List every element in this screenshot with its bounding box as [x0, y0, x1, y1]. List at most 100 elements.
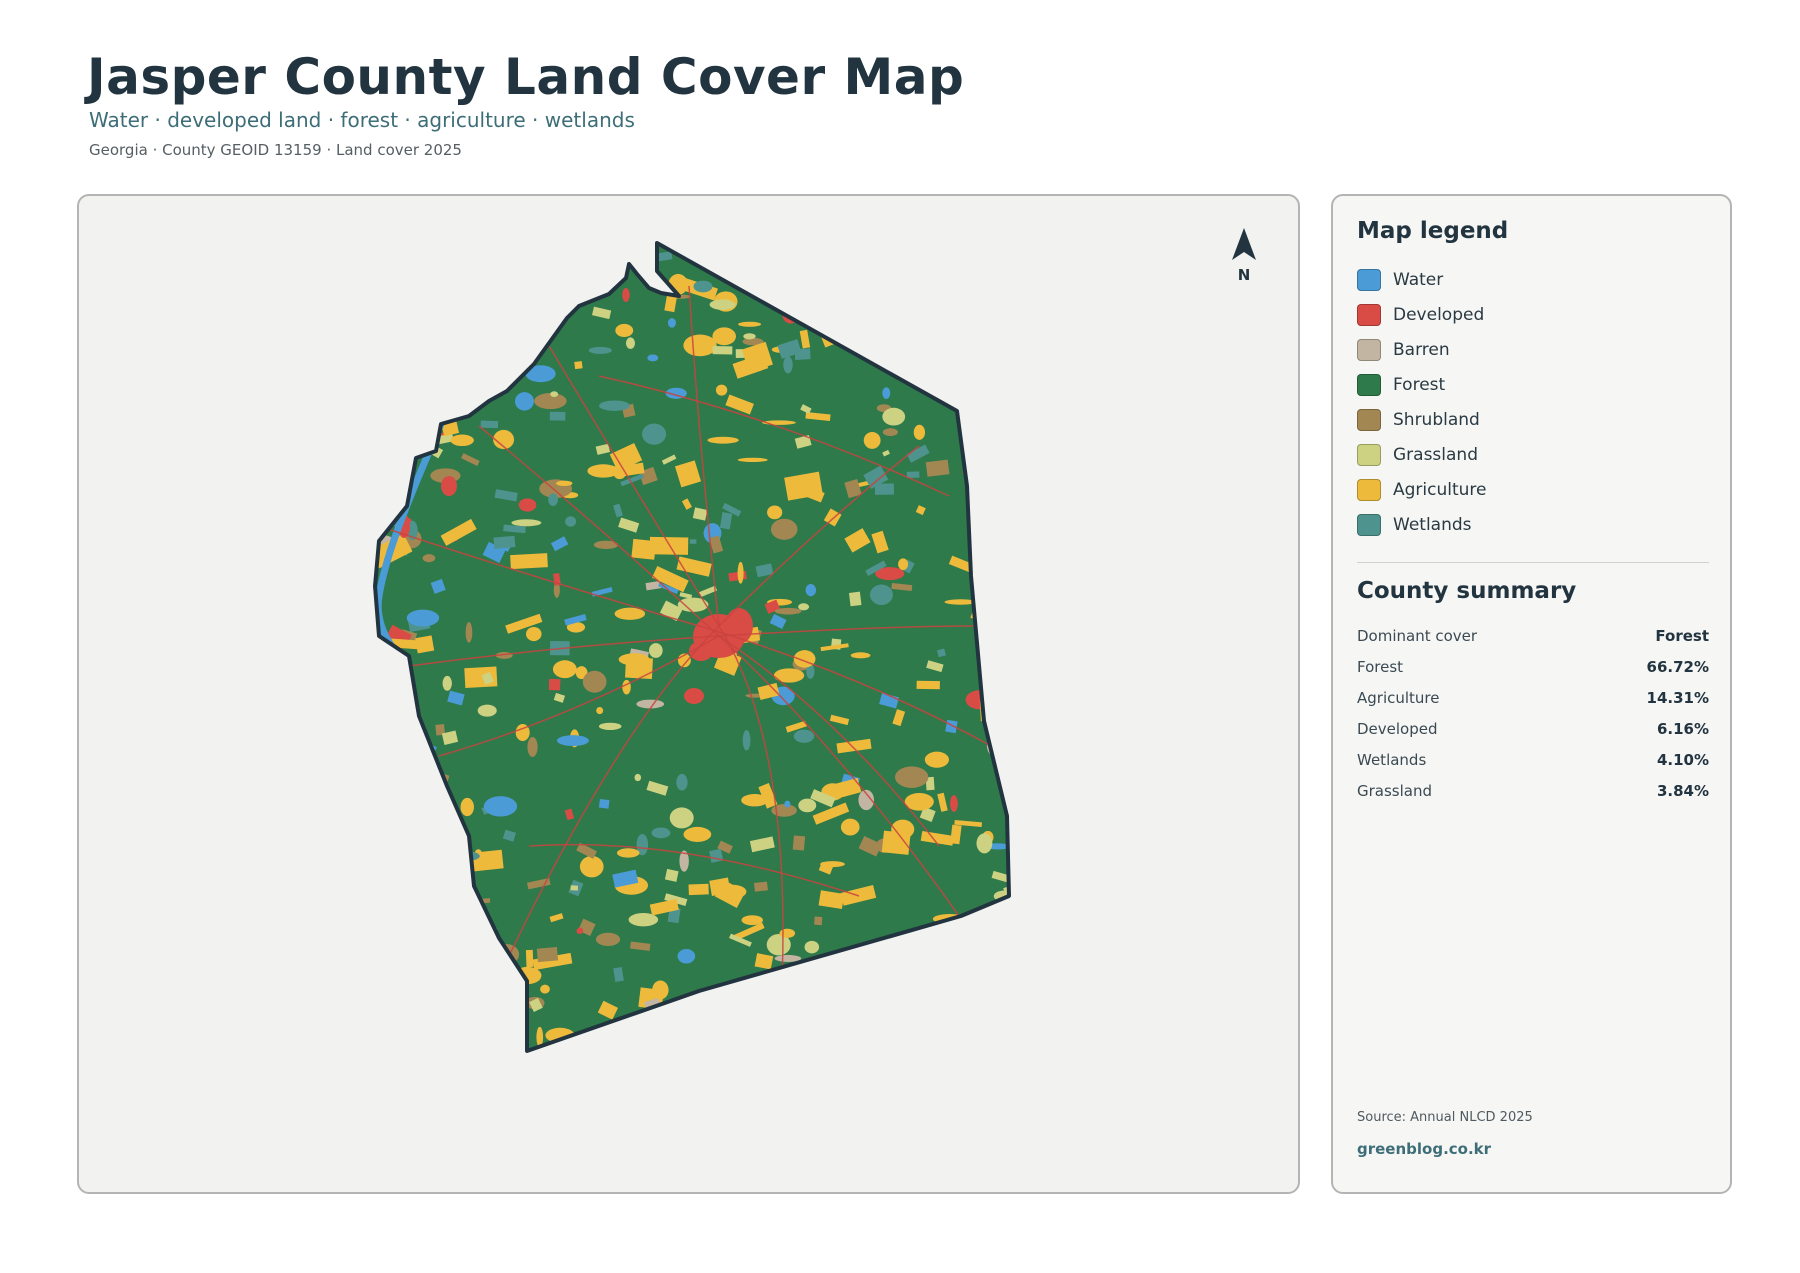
land-cover-patch: [848, 591, 862, 607]
land-cover-patch: [991, 507, 1003, 516]
land-cover-patch: [527, 736, 538, 757]
land-cover-patch: [636, 699, 665, 709]
land-cover-patch: [576, 927, 584, 935]
land-cover-patch: [483, 796, 518, 817]
land-cover-patch: [582, 670, 607, 693]
land-cover-patch: [579, 855, 604, 878]
land-cover-patch: [399, 737, 415, 747]
land-cover-patch: [1001, 337, 1009, 358]
land-cover-patch: [381, 1058, 403, 1064]
land-cover-patch: [604, 1034, 630, 1044]
land-cover-patch: [465, 358, 481, 374]
land-cover-patch: [924, 751, 949, 768]
land-cover-patch: [922, 243, 939, 253]
summary-value: 66.72%: [1646, 657, 1709, 676]
land-cover-patch: [400, 978, 415, 997]
land-cover-patch: [380, 1032, 398, 1049]
land-cover-patch: [814, 916, 823, 926]
land-cover-patch: [965, 419, 998, 427]
land-cover-patch: [417, 739, 429, 747]
land-cover-patch: [737, 457, 768, 463]
land-cover-patch: [526, 626, 542, 642]
summary-row: Dominant cover Forest: [1357, 620, 1709, 651]
land-cover-patch: [880, 303, 887, 314]
land-cover-patch: [375, 983, 391, 989]
summary-label: Wetlands: [1357, 750, 1427, 769]
legend-label: Barren: [1393, 339, 1450, 360]
land-cover-patch: [421, 332, 455, 339]
legend-label: Water: [1393, 269, 1444, 290]
land-cover-patch: [383, 463, 409, 489]
land-cover-patch: [385, 935, 395, 947]
land-cover-patch: [710, 1049, 736, 1051]
land-cover-patch: [518, 498, 537, 512]
land-cover-patch: [375, 732, 386, 737]
town-center: [441, 476, 457, 496]
summary-value: 14.31%: [1646, 688, 1709, 707]
land-cover-patch: [715, 384, 728, 396]
land-cover-patch: [408, 418, 431, 431]
land-cover-patch: [397, 1010, 431, 1016]
land-cover-patch: [431, 399, 463, 408]
land-cover-patch: [649, 643, 663, 658]
land-cover-patch: [420, 980, 439, 986]
land-cover-patch: [742, 730, 751, 751]
map-panel: N: [77, 194, 1300, 1194]
legend-swatch: [1357, 373, 1381, 396]
land-cover-patch: [992, 719, 1009, 725]
land-cover-patch: [599, 1048, 610, 1051]
land-cover-patch: [882, 407, 906, 426]
land-cover-patch: [407, 857, 439, 879]
land-cover-patch: [745, 981, 765, 992]
land-cover-patch: [428, 914, 444, 932]
land-cover-patch: [925, 459, 950, 477]
land-cover-patch: [870, 584, 893, 606]
land-cover-patch: [385, 278, 409, 294]
land-cover-patch: [511, 519, 542, 527]
land-cover-patch: [469, 391, 482, 406]
land-cover-patch: [756, 974, 769, 993]
land-cover-patch: [799, 963, 827, 974]
land-cover-patch: [683, 826, 712, 842]
north-arrow: N: [1229, 226, 1259, 284]
land-cover-patch: [427, 974, 449, 991]
land-cover-patch: [574, 361, 583, 370]
legend-label: Forest: [1393, 374, 1446, 395]
land-cover-patch: [805, 583, 817, 597]
divider: [1357, 562, 1709, 563]
land-cover-patch: [954, 354, 964, 367]
land-cover-patch: [430, 348, 438, 360]
land-cover-patch: [391, 1045, 427, 1051]
land-cover-patch: [442, 675, 452, 691]
land-cover-patch: [649, 536, 689, 555]
land-cover-patch: [938, 324, 952, 339]
land-cover-patch: [676, 773, 688, 791]
land-cover-patch: [652, 1016, 671, 1032]
land-cover-patch: [712, 346, 733, 355]
land-cover-patch: [712, 327, 736, 346]
land-cover-patch: [926, 1022, 943, 1032]
land-cover-patch: [375, 462, 391, 485]
land-cover-patch: [919, 350, 946, 369]
land-cover-patch: [1014, 643, 1025, 651]
land-cover-patch: [944, 383, 969, 402]
land-cover-patch: [422, 554, 436, 563]
land-cover-patch: [675, 1042, 684, 1051]
land-cover-patch: [723, 999, 745, 1017]
credit-link[interactable]: greenblog.co.kr: [1357, 1140, 1491, 1158]
land-cover-patch: [464, 666, 498, 688]
land-cover-patch: [535, 293, 566, 315]
land-cover-patch: [738, 321, 762, 327]
summary-row: Forest 66.72%: [1357, 651, 1709, 682]
land-cover-patch: [587, 464, 620, 478]
summary-label: Grassland: [1357, 781, 1432, 800]
land-cover-patch: [477, 704, 497, 717]
legend-label: Wetlands: [1393, 514, 1472, 535]
land-cover-patch: [881, 330, 895, 351]
land-cover-patch: [742, 1060, 761, 1071]
land-cover-patch: [929, 1022, 937, 1028]
land-cover-patch: [774, 607, 802, 615]
land-cover-patch: [595, 932, 621, 946]
land-cover-patch: [536, 946, 559, 963]
legend-label: Shrubland: [1393, 409, 1480, 430]
